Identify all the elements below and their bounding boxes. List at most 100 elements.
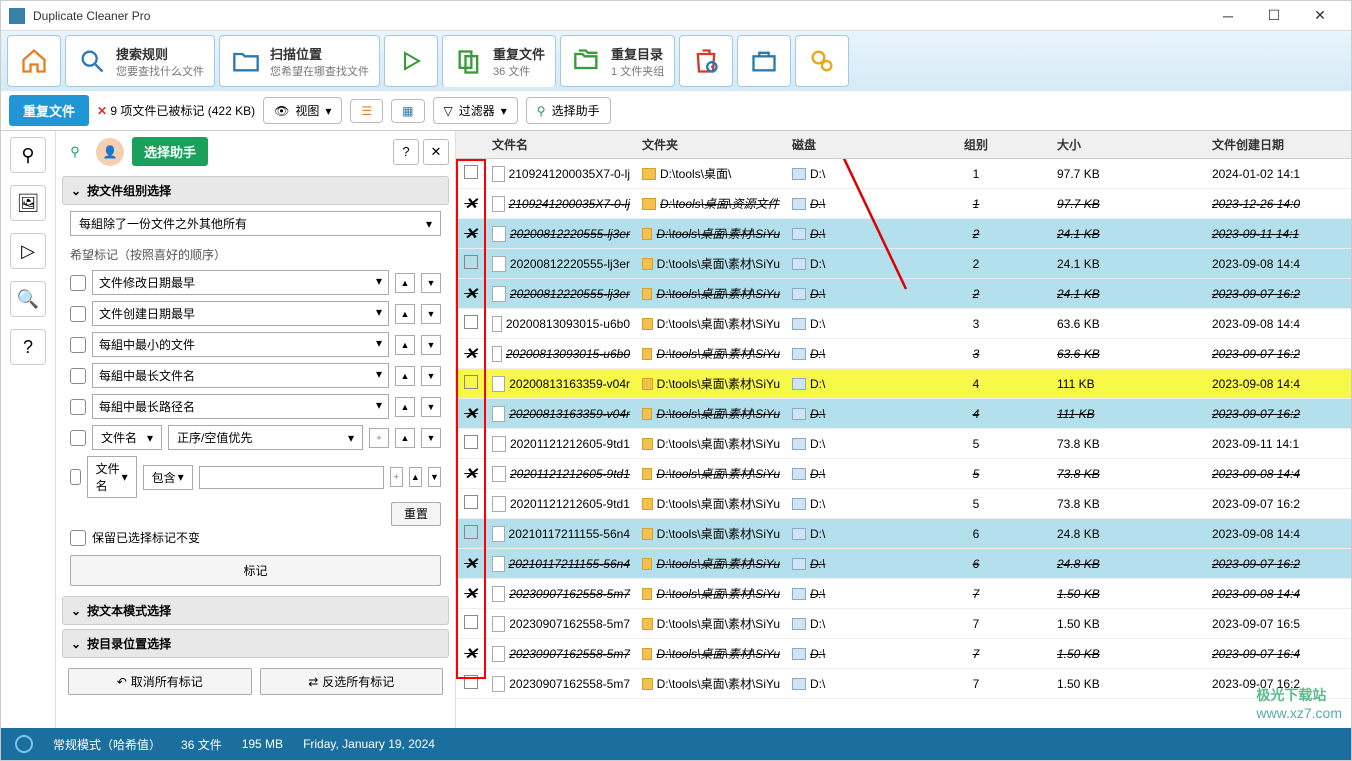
table-row[interactable]: ✕ 20200813163359-v04r D:\tools\桌面\素材\SiY… <box>456 399 1351 429</box>
dup-files-tab[interactable]: 重复文件36 文件 <box>442 35 556 87</box>
table-row[interactable]: 2109241200035X7-0-lj D:\tools\桌面\ D:\ 1 … <box>456 159 1351 189</box>
checkbox[interactable] <box>70 337 86 353</box>
view-dropdown[interactable]: 👁视图 ▾ <box>263 97 342 124</box>
table-row[interactable]: ✕ 20230907162558-5m7 D:\tools\桌面\素材\SiYu… <box>456 639 1351 669</box>
table-row[interactable]: ✕ 20201121212605-9td1 D:\tools\桌面\素材\SiY… <box>456 459 1351 489</box>
rule-dropdown[interactable]: 每組中最长路径名▾ <box>92 394 389 419</box>
section-by-group[interactable]: ⌄按文件组别选择 <box>62 176 449 205</box>
minimize-button[interactable]: ─ <box>1205 1 1251 31</box>
close-button[interactable]: ✕ <box>1297 1 1343 31</box>
table-row[interactable]: ✕ 20230907162558-5m7 D:\tools\桌面\素材\SiYu… <box>456 579 1351 609</box>
table-row[interactable]: 20200812220555-lj3er D:\tools\桌面\素材\SiYu… <box>456 249 1351 279</box>
table-row[interactable]: 20201121212605-9td1 D:\tools\桌面\素材\SiYu … <box>456 429 1351 459</box>
assistant-button[interactable]: ⚲选择助手 <box>526 97 611 124</box>
add-button[interactable]: + <box>390 467 403 487</box>
table-row[interactable]: 20200813093015-u6b0 D:\tools\桌面\素材\SiYu … <box>456 309 1351 339</box>
checkbox[interactable] <box>70 275 86 291</box>
up-button[interactable]: ▲ <box>395 273 415 293</box>
reset-button[interactable]: 重置 <box>391 502 441 526</box>
image-side-button[interactable]: 🖼 <box>10 185 46 221</box>
col-group[interactable]: 组别 <box>901 136 1051 153</box>
up-button[interactable]: ▲ <box>395 397 415 417</box>
down-button[interactable]: ▼ <box>421 304 441 324</box>
row-checkbox[interactable] <box>464 165 478 179</box>
panel-help-button[interactable]: ? <box>393 139 419 165</box>
row-checkbox[interactable] <box>464 495 478 509</box>
play-side-button[interactable]: ▷ <box>10 233 46 269</box>
row-checkbox[interactable] <box>464 615 478 629</box>
grid-view-button[interactable]: ▦ <box>391 99 424 123</box>
col-disk[interactable]: 磁盘 <box>786 136 901 153</box>
maximize-button[interactable]: ☐ <box>1251 1 1297 31</box>
col-folder[interactable]: 文件夹 <box>636 136 786 153</box>
row-checkbox[interactable] <box>464 315 478 329</box>
table-row[interactable]: ✕ 2109241200035X7-0-lj D:\tools\桌面\资源文件 … <box>456 189 1351 219</box>
down-button[interactable]: ▼ <box>421 335 441 355</box>
down-button[interactable]: ▼ <box>421 366 441 386</box>
table-row[interactable]: 20230907162558-5m7 D:\tools\桌面\素材\SiYu D… <box>456 609 1351 639</box>
rule-dropdown[interactable]: 每組中最长文件名▾ <box>92 363 389 388</box>
table-row[interactable]: 20200813163359-v04r D:\tools\桌面\素材\SiYu … <box>456 369 1351 399</box>
checkbox[interactable] <box>70 469 81 485</box>
mark-button[interactable]: 标记 <box>70 555 441 586</box>
row-checkbox[interactable] <box>464 255 478 269</box>
panel-close-button[interactable]: ✕ <box>423 139 449 165</box>
list-view-button[interactable]: ☰ <box>350 99 383 123</box>
table-row[interactable]: ✕ 20200812220555-lj3er D:\tools\桌面\素材\Si… <box>456 279 1351 309</box>
up-button[interactable]: ▲ <box>395 304 415 324</box>
down-button[interactable]: ▼ <box>421 273 441 293</box>
up-button[interactable]: ▲ <box>395 366 415 386</box>
cancel-all-button[interactable]: ↶取消所有标记 <box>68 668 252 695</box>
table-row[interactable]: 20230907162558-5m7 D:\tools\桌面\素材\SiYu D… <box>456 669 1351 699</box>
dup-files-badge[interactable]: 重复文件 <box>9 95 89 126</box>
section-by-location[interactable]: ⌄按目录位置选择 <box>62 629 449 658</box>
settings-button[interactable] <box>795 35 849 87</box>
table-row[interactable]: ✕ 20200812220555-lj3er D:\tools\桌面\素材\Si… <box>456 219 1351 249</box>
table-row[interactable]: 20210117211155-56n4 D:\tools\桌面\素材\SiYu … <box>456 519 1351 549</box>
table-row[interactable]: ✕ 20200813093015-u6b0 D:\tools\桌面\素材\SiY… <box>456 339 1351 369</box>
filter-dropdown[interactable]: ▽过滤器 ▾ <box>433 97 518 124</box>
home-button[interactable] <box>7 35 61 87</box>
row-checkbox[interactable] <box>464 525 478 539</box>
col-size[interactable]: 大小 <box>1051 136 1206 153</box>
checkbox[interactable] <box>70 306 86 322</box>
rule-dropdown[interactable]: 文件修改日期最早▾ <box>92 270 389 295</box>
row-checkbox[interactable] <box>464 375 478 389</box>
add-button[interactable]: + <box>369 428 389 448</box>
checkbox[interactable] <box>70 430 86 446</box>
col-name[interactable]: 文件名 <box>486 136 636 153</box>
row-checkbox[interactable] <box>464 675 478 689</box>
checkbox[interactable] <box>70 399 86 415</box>
table-row[interactable]: 20201121212605-9td1 D:\tools\桌面\素材\SiYu … <box>456 489 1351 519</box>
section-by-text[interactable]: ⌄按文本模式选择 <box>62 596 449 625</box>
search-side-button[interactable]: 🔍 <box>10 281 46 317</box>
up-button[interactable]: ▲ <box>395 428 415 448</box>
dup-folders-tab[interactable]: 重复目录1 文件夹组 <box>560 35 675 87</box>
filename-dropdown-2[interactable]: 文件名▾ <box>87 456 137 498</box>
order-dropdown[interactable]: 正序/空值优先▾ <box>168 425 363 450</box>
rule-dropdown[interactable]: 文件创建日期最早▾ <box>92 301 389 326</box>
down-button[interactable]: ▼ <box>428 467 441 487</box>
col-date[interactable]: 文件创建日期 <box>1206 136 1351 153</box>
scan-button[interactable] <box>384 35 438 87</box>
filename-dropdown[interactable]: 文件名▾ <box>92 425 162 450</box>
down-button[interactable]: ▼ <box>421 397 441 417</box>
up-button[interactable]: ▲ <box>395 335 415 355</box>
keep-checkbox[interactable] <box>70 530 86 546</box>
down-button[interactable]: ▼ <box>421 428 441 448</box>
scan-location-tab[interactable]: 扫描位置您希望在哪查找文件 <box>219 35 380 87</box>
contains-input[interactable] <box>199 466 384 489</box>
group-mode-dropdown[interactable]: 每組除了一份文件之外其他所有▾ <box>70 211 441 236</box>
toolbox-button[interactable] <box>737 35 791 87</box>
table-row[interactable]: ✕ 20210117211155-56n4 D:\tools\桌面\素材\SiY… <box>456 549 1351 579</box>
row-checkbox[interactable] <box>464 435 478 449</box>
assistant-side-button[interactable]: ⚲ <box>10 137 46 173</box>
contains-dropdown[interactable]: 包含▾ <box>143 465 193 490</box>
checkbox[interactable] <box>70 368 86 384</box>
search-rules-tab[interactable]: 搜索规则您要查找什么文件 <box>65 35 215 87</box>
reverse-all-button[interactable]: ⇄反选所有标记 <box>260 668 444 695</box>
up-button[interactable]: ▲ <box>409 467 422 487</box>
help-side-button[interactable]: ? <box>10 329 46 365</box>
delete-button[interactable] <box>679 35 733 87</box>
rule-dropdown[interactable]: 每組中最小的文件▾ <box>92 332 389 357</box>
